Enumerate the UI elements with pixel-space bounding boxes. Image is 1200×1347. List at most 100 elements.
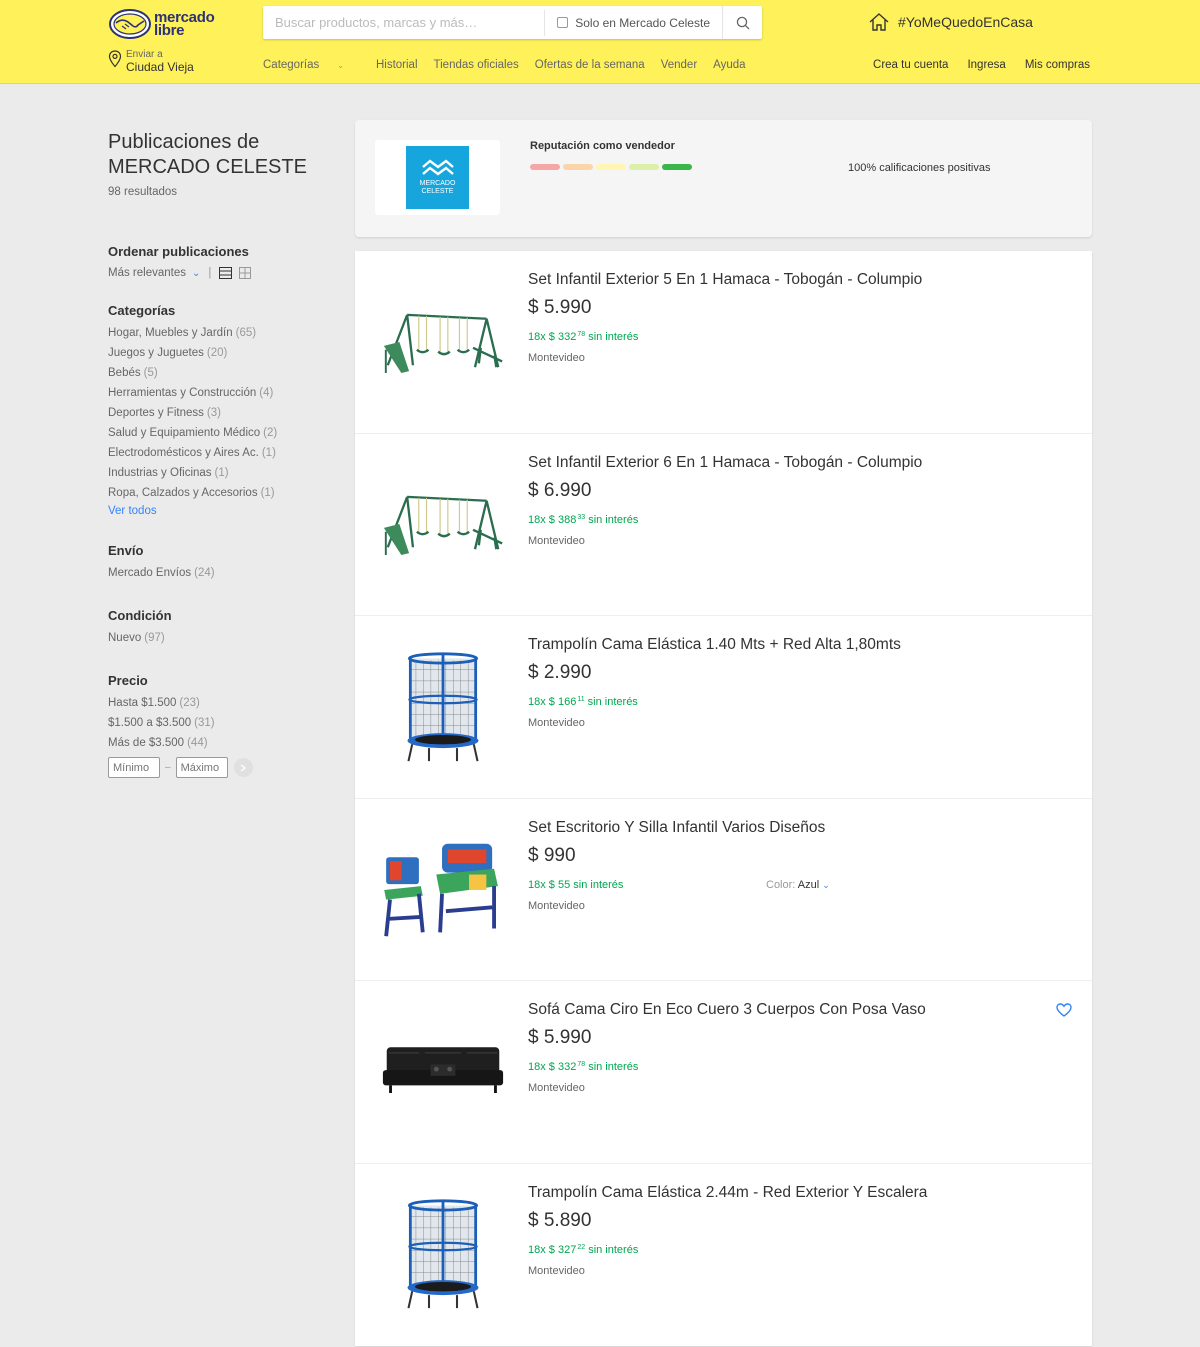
product-location: Montevideo xyxy=(528,717,585,729)
category-filter-item[interactable]: Bebés (5) xyxy=(108,363,338,383)
price-filter-item[interactable]: Más de $3.500 (44) xyxy=(108,733,338,753)
list-view-icon[interactable] xyxy=(219,267,233,279)
result-item[interactable]: Trampolín Cama Elástica 1.40 Mts + Red A… xyxy=(355,616,1092,799)
search-button[interactable] xyxy=(722,6,762,39)
product-image[interactable] xyxy=(375,817,510,967)
reputation-bar xyxy=(563,164,593,170)
result-item[interactable]: Set Infantil Exterior 6 En 1 Hamaca - To… xyxy=(355,434,1092,616)
category-filter-item[interactable]: Hogar, Muebles y Jardín (65) xyxy=(108,323,338,343)
category-filter-item[interactable]: Ropa, Calzados y Accesorios (1) xyxy=(108,483,338,503)
category-filter-item[interactable]: Juegos y Juguetes (20) xyxy=(108,343,338,363)
facet-label: Mercado Envíos xyxy=(108,567,192,579)
seller-only-label: Solo en Mercado Celeste xyxy=(575,15,710,30)
condition-filter-item[interactable]: Nuevo (97) xyxy=(108,628,338,648)
category-filter-item[interactable]: Deportes y Fitness (3) xyxy=(108,403,338,423)
search-bar: Solo en Mercado Celeste xyxy=(263,6,762,39)
my-purchases-link[interactable]: Mis compras xyxy=(1025,59,1090,71)
product-price: $ 5.990 xyxy=(528,1027,592,1048)
promo-link[interactable]: #YoMeQuedoEnCasa xyxy=(868,12,1033,32)
search-input[interactable] xyxy=(263,6,545,39)
chevron-down-icon: ⌄ xyxy=(337,61,344,70)
nav-help[interactable]: Ayuda xyxy=(713,59,745,71)
nav-sell[interactable]: Vender xyxy=(661,59,697,71)
product-image[interactable] xyxy=(375,634,510,784)
facet-count: (2) xyxy=(263,427,278,439)
product-title[interactable]: Set Escritorio Y Silla Infantil Varios D… xyxy=(528,819,825,837)
product-title[interactable]: Trampolín Cama Elástica 2.44m - Red Exte… xyxy=(528,1184,927,1202)
trampoline-icon xyxy=(401,1194,485,1319)
condition-heading: Condición xyxy=(108,608,172,623)
product-image[interactable] xyxy=(375,1182,510,1332)
installments: 18x $ 55 sin interés xyxy=(528,878,624,891)
price-max-input[interactable] xyxy=(175,757,228,778)
price-range: – xyxy=(108,757,338,778)
category-filter-item[interactable]: Herramientas y Construcción (4) xyxy=(108,383,338,403)
divider: | xyxy=(208,267,212,279)
results-list: Set Infantil Exterior 5 En 1 Hamaca - To… xyxy=(355,251,1092,1346)
swing-set-icon xyxy=(380,485,506,568)
product-title[interactable]: Trampolín Cama Elástica 1.40 Mts + Red A… xyxy=(528,636,901,654)
price-apply-button[interactable] xyxy=(233,758,253,777)
facet-label: Deportes y Fitness xyxy=(108,407,204,419)
header: mercado libre Solo en Mercado Celeste #Y… xyxy=(0,0,1200,84)
ship-to-label: Enviar a xyxy=(126,49,163,60)
product-image[interactable] xyxy=(375,269,510,419)
search-icon xyxy=(736,16,749,29)
main-nav: Categorías ⌄ Historial Tiendas oficiales … xyxy=(263,59,762,71)
ship-to-city: Ciudad Vieja xyxy=(126,60,194,74)
facet-label: Más de $3.500 xyxy=(108,737,185,749)
nav-history[interactable]: Historial xyxy=(376,59,418,71)
shipping-section: Envío Mercado Envíos (24) xyxy=(108,543,338,583)
facet-count: (5) xyxy=(143,367,158,379)
product-image[interactable] xyxy=(375,999,510,1149)
product-location: Montevideo xyxy=(528,534,585,547)
result-item[interactable]: Set Infantil Exterior 5 En 1 Hamaca - To… xyxy=(355,251,1092,434)
create-account-link[interactable]: Crea tu cuenta xyxy=(873,59,948,71)
see-all-categories-link[interactable]: Ver todos xyxy=(108,505,338,517)
grid-view-icon[interactable] xyxy=(239,267,252,279)
seller-only-checkbox[interactable] xyxy=(557,17,569,28)
facet-label: Salud y Equipamiento Médico xyxy=(108,427,261,439)
result-item[interactable]: Trampolín Cama Elástica 2.44m - Red Exte… xyxy=(355,1164,1092,1347)
category-filter-item[interactable]: Industrias y Oficinas (1) xyxy=(108,463,338,483)
product-price: $ 5.890 xyxy=(528,1209,592,1231)
reputation-bar xyxy=(629,164,659,170)
seller-logo[interactable]: MERCADO CELESTE xyxy=(375,140,500,215)
product-title[interactable]: Sofá Cama Ciro En Eco Cuero 3 Cuerpos Co… xyxy=(528,1001,926,1019)
product-location: Montevideo xyxy=(528,899,585,912)
price-dash: – xyxy=(165,762,171,773)
favorite-button[interactable] xyxy=(1056,1003,1072,1022)
price-min-input[interactable] xyxy=(108,757,160,778)
nav-weekly-deals[interactable]: Ofertas de la semana xyxy=(535,59,645,71)
facet-label: Electrodomésticos y Aires Ac. xyxy=(108,447,259,459)
mercadolibre-logo[interactable]: mercado libre xyxy=(108,6,228,42)
facet-label: Hogar, Muebles y Jardín xyxy=(108,327,233,339)
nav-categories[interactable]: Categorías ⌄ xyxy=(263,59,360,71)
chevron-right-icon xyxy=(240,763,247,772)
result-item[interactable]: Set Escritorio Y Silla Infantil Varios D… xyxy=(355,799,1092,981)
seller-logo-badge: MERCADO CELESTE xyxy=(406,146,469,209)
price-filter-item[interactable]: Hasta $1.500 (23) xyxy=(108,693,338,713)
nav-official-stores[interactable]: Tiendas oficiales xyxy=(434,59,519,71)
price-filter-item[interactable]: $1.500 a $3.500 (31) xyxy=(108,713,338,733)
product-title[interactable]: Set Infantil Exterior 5 En 1 Hamaca - To… xyxy=(528,271,922,289)
category-filter-item[interactable]: Salud y Equipamiento Médico (2) xyxy=(108,423,338,443)
color-selector[interactable]: Color: Azul ⌄ xyxy=(766,879,830,891)
installment-cents: 33 xyxy=(577,513,586,521)
sort-dropdown[interactable]: Más relevantes ⌄ xyxy=(108,267,200,279)
sofa-icon xyxy=(381,1043,505,1106)
installments: 18x $ 33278 sin interés xyxy=(528,331,639,343)
login-link[interactable]: Ingresa xyxy=(967,59,1005,71)
shipping-filter-item[interactable]: Mercado Envíos (24) xyxy=(108,563,338,583)
category-filter-item[interactable]: Electrodomésticos y Aires Ac. (1) xyxy=(108,443,338,463)
condition-section: Condición Nuevo (97) xyxy=(108,608,338,648)
ship-to[interactable]: Enviar a Ciudad Vieja xyxy=(108,50,194,74)
product-title[interactable]: Set Infantil Exterior 6 En 1 Hamaca - To… xyxy=(528,454,922,472)
results-count: 98 resultados xyxy=(108,186,178,198)
product-price: $ 990 xyxy=(528,844,576,866)
result-item[interactable]: Sofá Cama Ciro En Eco Cuero 3 Cuerpos Co… xyxy=(355,981,1092,1164)
seller-emblem-icon xyxy=(421,159,454,176)
seller-only-filter[interactable]: Solo en Mercado Celeste xyxy=(545,16,722,30)
product-image[interactable] xyxy=(375,452,510,602)
facet-count: (4) xyxy=(259,387,274,399)
